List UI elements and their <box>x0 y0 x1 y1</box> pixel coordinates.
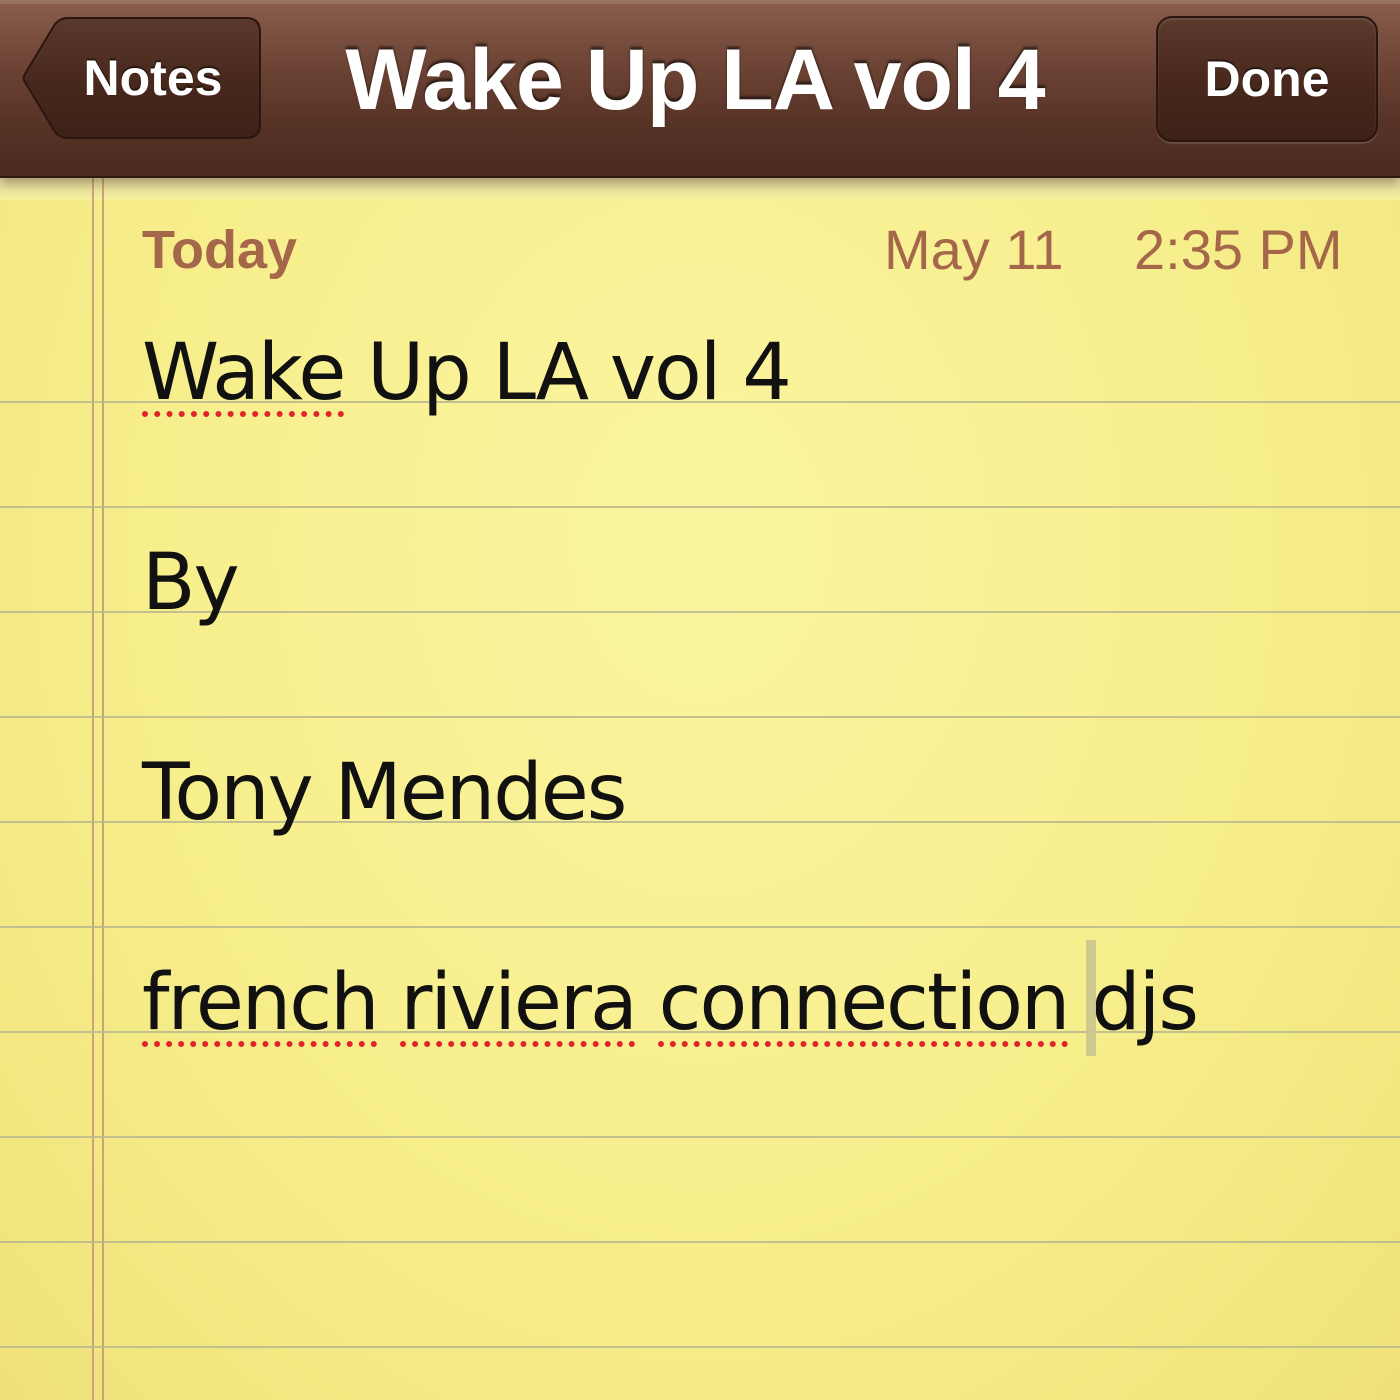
notes-back-label: Notes <box>83 50 223 106</box>
note-line-4[interactable]: french riviera connection djs <box>142 958 1199 1048</box>
note-word: Up LA vol 4 <box>344 328 792 418</box>
note-word: Wake <box>142 328 346 418</box>
ruled-line <box>0 926 1400 928</box>
note-paper[interactable]: Today May 11 2:35 PM Wake Up LA vol 4 By… <box>0 178 1400 1400</box>
note-word: Tony Mendes <box>142 748 627 838</box>
note-word: By <box>142 538 240 628</box>
text-cursor <box>1086 940 1096 1056</box>
ruled-line <box>0 716 1400 718</box>
ruled-line <box>0 1241 1400 1243</box>
notes-screen: Notes Wake Up LA vol 4 Done Today May 11… <box>0 0 1400 1400</box>
note-title: Wake Up LA vol 4 <box>345 32 1045 128</box>
note-line-3[interactable]: Tony Mendes <box>142 748 627 838</box>
paper-top-edge <box>0 178 1400 200</box>
margin-line-left <box>92 178 94 1400</box>
date-label-today: Today <box>142 220 298 280</box>
ruled-line <box>0 1136 1400 1138</box>
note-time: 2:35 PM <box>1134 218 1343 281</box>
note-word: connection <box>658 958 1071 1048</box>
note-line-2[interactable]: By <box>142 538 240 628</box>
note-date: May 11 <box>884 218 1064 281</box>
navigation-bar: Notes Wake Up LA vol 4 Done <box>0 0 1400 178</box>
note-word <box>378 958 401 1048</box>
ruled-line <box>0 1346 1400 1348</box>
note-word: riviera <box>400 958 637 1048</box>
margin-line-right <box>102 178 104 1400</box>
notes-back-button[interactable]: Notes <box>22 16 262 140</box>
note-word <box>636 958 659 1048</box>
note-line-1[interactable]: Wake Up LA vol 4 <box>142 328 792 418</box>
done-button[interactable]: Done <box>1156 16 1378 142</box>
note-word: french <box>142 958 380 1048</box>
ruled-line <box>0 506 1400 508</box>
